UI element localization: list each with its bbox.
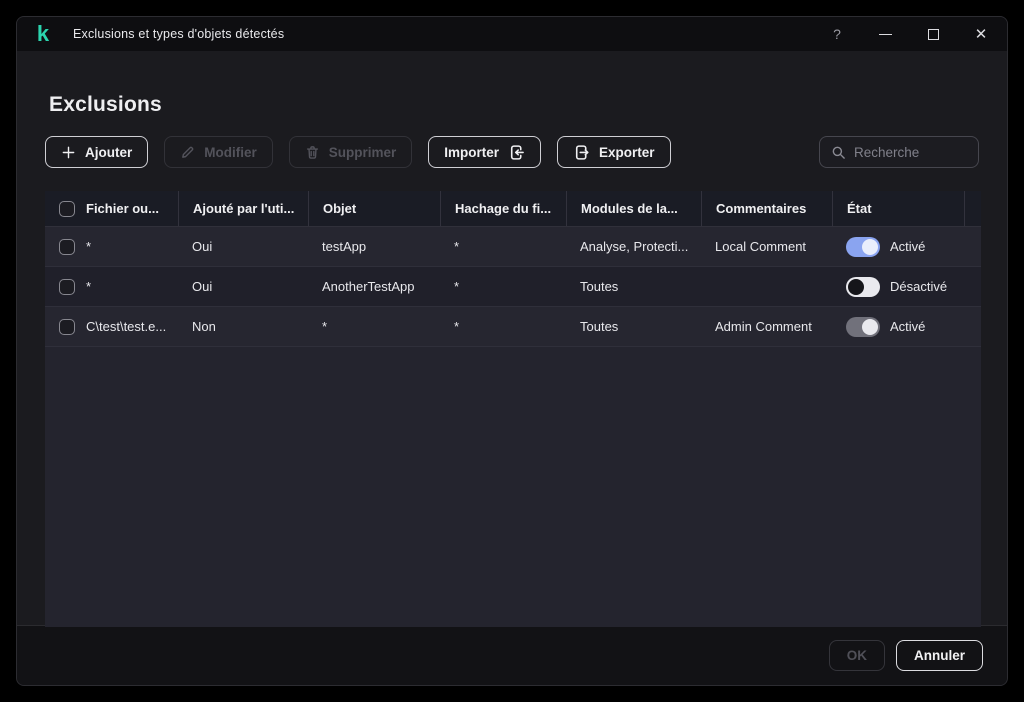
cell-file: * <box>45 278 178 295</box>
column-header-filler <box>964 191 981 226</box>
row-checkbox[interactable] <box>59 318 75 335</box>
cell-state: Activé <box>832 236 964 257</box>
edit-button[interactable]: Modifier <box>164 136 273 168</box>
cell-modules: Toutes <box>580 279 619 294</box>
import-button[interactable]: Importer <box>428 136 542 168</box>
search-box[interactable] <box>819 136 979 168</box>
cell-added-by-user: Oui <box>192 239 213 254</box>
state-label: Activé <box>890 319 926 334</box>
table-row[interactable]: C\test\test.e... Non * * Toutes Admin Comment… <box>45 307 981 347</box>
maximize-icon <box>927 28 939 40</box>
import-icon <box>508 144 525 161</box>
cell-object: AnotherTestApp <box>322 279 415 294</box>
add-button[interactable]: Ajouter <box>45 136 149 168</box>
toggle-knob <box>862 318 878 335</box>
column-header-comments[interactable]: Commentaires <box>701 191 832 226</box>
column-header-modules[interactable]: Modules de la... <box>566 191 701 226</box>
cell-modules: Toutes <box>580 319 619 334</box>
cell-object: * <box>322 319 328 334</box>
cell-state: Désactivé <box>832 276 964 297</box>
cell-file-text: C\test\test.e... <box>86 319 167 334</box>
cell-file-text: * <box>86 239 92 254</box>
page-title: Exclusions <box>49 93 162 116</box>
state-label: Désactivé <box>890 279 948 294</box>
import-button-label: Importer <box>444 144 500 160</box>
cell-file: * <box>45 238 178 255</box>
table-row[interactable]: * Oui testApp * Analyse, Protecti... Local Co… <box>45 227 981 267</box>
add-button-label: Ajouter <box>85 144 133 160</box>
state-toggle[interactable] <box>846 236 880 257</box>
dialog-window: k Exclusions et types d'objets détectés … <box>16 16 1008 686</box>
toggle-knob <box>862 238 878 255</box>
close-icon: ✕ <box>974 26 988 43</box>
column-header-object[interactable]: Objet <box>308 191 440 226</box>
column-header-state[interactable]: État <box>832 191 964 226</box>
search-input[interactable] <box>854 144 967 160</box>
help-icon: ? <box>833 26 841 42</box>
window-controls: ? ✕ <box>799 24 991 44</box>
state-label: Activé <box>890 239 926 254</box>
cell-object: testApp <box>322 239 367 254</box>
cell-added-by-user: Oui <box>192 279 213 294</box>
state-toggle[interactable] <box>846 276 880 297</box>
cell-added-by-user: Non <box>192 319 216 334</box>
cell-modules: Analyse, Protecti... <box>580 239 689 254</box>
trash-icon <box>305 145 320 160</box>
titlebar: k Exclusions et types d'objets détectés … <box>17 17 1007 51</box>
help-button[interactable]: ? <box>827 24 847 44</box>
ok-button[interactable]: OK <box>828 640 885 671</box>
kaspersky-logo-icon: k <box>36 21 50 46</box>
select-all-checkbox[interactable] <box>59 200 75 217</box>
table-header: Fichier ou... Ajouté par l'uti... Objet … <box>45 191 981 227</box>
cell-hash: * <box>454 319 460 334</box>
column-header-file[interactable]: Fichier ou... <box>86 201 159 216</box>
cancel-button[interactable]: Annuler <box>895 640 983 671</box>
cell-hash: * <box>454 239 460 254</box>
export-button[interactable]: Exporter <box>557 136 671 168</box>
footer: OK Annuler <box>17 625 1007 685</box>
row-checkbox[interactable] <box>59 278 75 295</box>
delete-button-label: Supprimer <box>328 144 397 160</box>
minimize-button[interactable] <box>875 24 895 44</box>
table-row[interactable]: * Oui AnotherTestApp * Toutes Désactivé <box>45 267 981 307</box>
cell-comment: Admin Comment <box>715 319 812 334</box>
delete-button[interactable]: Supprimer <box>288 136 413 168</box>
desktop: { "window": { "title": "Exclusions et ty… <box>0 0 1024 702</box>
minimize-icon <box>878 33 892 35</box>
table-body: * Oui testApp * Analyse, Protecti... Local Co… <box>45 227 981 347</box>
plus-icon <box>61 145 76 160</box>
cell-file: C\test\test.e... <box>45 318 178 335</box>
cell-comment: Local Comment <box>715 239 807 254</box>
export-button-label: Exporter <box>599 144 655 160</box>
state-toggle[interactable] <box>846 316 880 337</box>
edit-button-label: Modifier <box>204 144 257 160</box>
search-icon <box>832 146 845 159</box>
exclusions-table: Fichier ou... Ajouté par l'uti... Objet … <box>45 191 981 627</box>
maximize-button[interactable] <box>923 24 943 44</box>
column-header-added-by-user[interactable]: Ajouté par l'uti... <box>178 191 308 226</box>
export-icon <box>573 144 590 161</box>
toolbar: Ajouter Modifier Supprimer Importer Expo… <box>45 136 979 168</box>
column-header-hash[interactable]: Hachage du fi... <box>440 191 566 226</box>
window-title: Exclusions et types d'objets détectés <box>73 27 285 41</box>
cell-state: Activé <box>832 316 964 337</box>
main-content: Exclusions Ajouter Modifier Supprimer Im… <box>17 51 1007 627</box>
row-checkbox[interactable] <box>59 238 75 255</box>
cell-file-text: * <box>86 279 92 294</box>
close-button[interactable]: ✕ <box>971 24 991 44</box>
cell-hash: * <box>454 279 460 294</box>
toggle-knob <box>848 278 864 295</box>
pencil-icon <box>180 145 195 160</box>
